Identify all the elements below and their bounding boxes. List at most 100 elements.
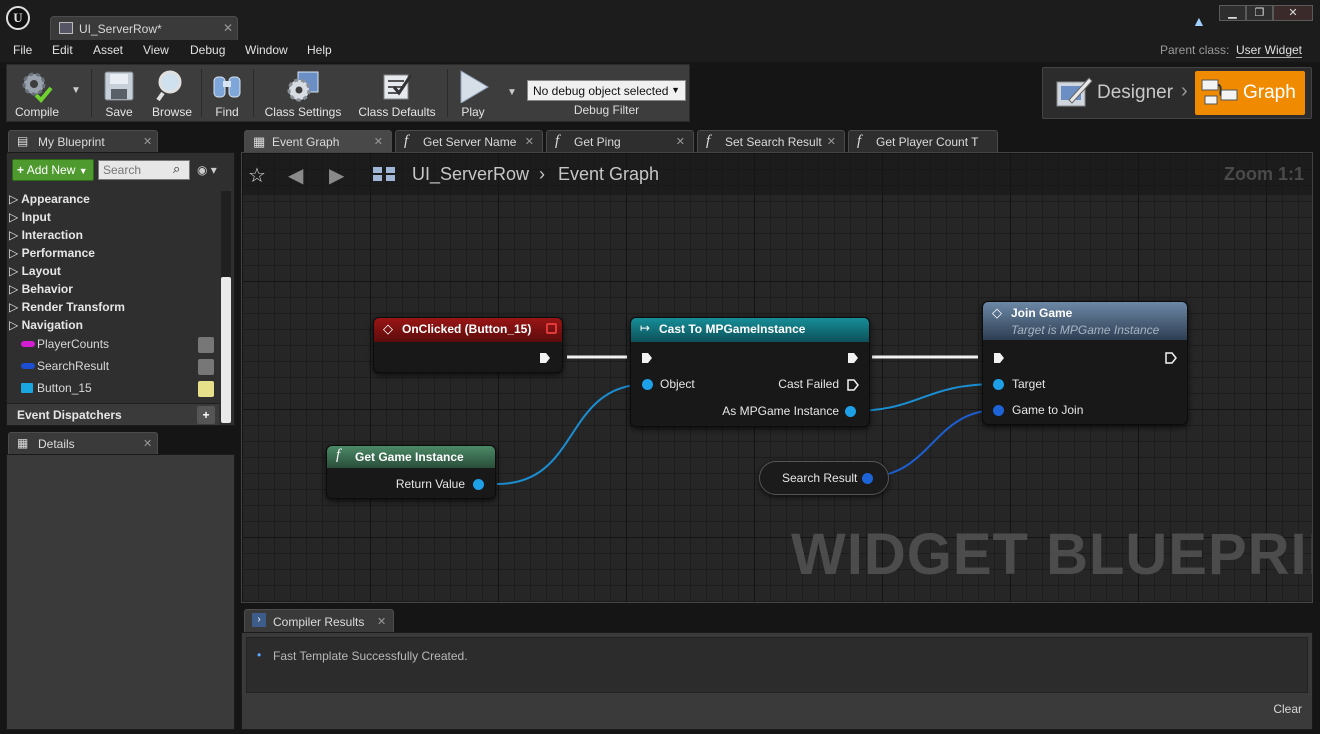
class-defaults-button[interactable]: Class Defaults bbox=[351, 65, 443, 121]
tab-set-search-result[interactable]: f Set Search Result ✕ bbox=[697, 130, 845, 152]
my-blueprint-tab[interactable]: ▤ My Blueprint ✕ bbox=[8, 130, 158, 152]
onclicked-event-node[interactable]: ◇ OnClicked (Button_15) bbox=[373, 317, 563, 373]
add-new-button[interactable]: + Add New ▼ bbox=[12, 159, 94, 181]
category-input[interactable]: ▷ Input bbox=[9, 210, 51, 224]
category-appearance[interactable]: ▷ Appearance bbox=[9, 192, 90, 206]
exec-in-pin[interactable] bbox=[993, 352, 1005, 364]
search-result-variable-node[interactable]: Search Result bbox=[759, 461, 889, 495]
debug-object-value: No debug object selected bbox=[533, 84, 669, 98]
debug-filter-label: Debug Filter bbox=[573, 103, 640, 117]
minimize-button[interactable]: ▁ bbox=[1219, 5, 1246, 21]
close-tab-icon[interactable]: ✕ bbox=[223, 21, 233, 35]
menu-asset[interactable]: Asset bbox=[93, 43, 123, 57]
class-settings-button[interactable]: Class Settings bbox=[257, 65, 349, 121]
exec-in-pin[interactable] bbox=[641, 352, 653, 364]
chevron-down-icon: ▼ bbox=[671, 85, 680, 95]
category-render-transform[interactable]: ▷ Render Transform bbox=[9, 300, 125, 314]
eye-visibility-icon[interactable]: ◉ ▾ bbox=[197, 163, 217, 177]
exec-out-pin[interactable] bbox=[539, 352, 551, 364]
return-value-output-pin[interactable] bbox=[473, 479, 484, 490]
document-tab[interactable]: UI_ServerRow* ✕ bbox=[50, 16, 238, 40]
menu-bar: File Edit Asset View Debug Window Help P… bbox=[0, 40, 1320, 62]
exec-out-pin[interactable] bbox=[1165, 352, 1177, 364]
category-label: Navigation bbox=[21, 318, 83, 332]
event-dispatchers-header[interactable]: Event Dispatchers + bbox=[7, 403, 219, 425]
variable-name: PlayerCounts bbox=[37, 337, 110, 351]
variable-row[interactable]: SearchResult bbox=[21, 357, 217, 377]
delegate-pin-icon[interactable] bbox=[546, 323, 557, 334]
variable-row[interactable]: Button_15 bbox=[21, 379, 217, 399]
tab-get-ping[interactable]: f Get Ping ✕ bbox=[546, 130, 694, 152]
compile-options-chevron-icon[interactable]: ▼ bbox=[71, 85, 81, 96]
object-input-pin[interactable] bbox=[642, 379, 653, 390]
cast-to-mpgameinstance-node[interactable]: ↦ Cast To MPGameInstance Object Cast Fai… bbox=[630, 317, 870, 427]
close-tab-icon[interactable]: ✕ bbox=[143, 437, 152, 450]
menu-file[interactable]: File bbox=[13, 43, 32, 57]
play-options-chevron-icon[interactable]: ▼ bbox=[507, 87, 517, 98]
close-tab-icon[interactable]: ✕ bbox=[676, 135, 685, 148]
object-wire[interactable] bbox=[850, 383, 999, 412]
browse-button[interactable]: Browse bbox=[147, 65, 197, 121]
eye-closed-icon[interactable] bbox=[198, 359, 214, 375]
search-result-output-pin[interactable] bbox=[862, 473, 873, 484]
graph-tab-label: Set Search Result bbox=[725, 135, 822, 149]
play-label: Play bbox=[461, 105, 485, 119]
variable-row[interactable]: PlayerCounts bbox=[21, 335, 217, 355]
close-tab-icon[interactable]: ✕ bbox=[143, 135, 152, 148]
game-to-join-input-pin[interactable] bbox=[993, 405, 1004, 416]
graph-mode-button[interactable]: Graph bbox=[1195, 71, 1305, 115]
close-window-button[interactable]: ✕ bbox=[1273, 5, 1313, 21]
toolbar-divider bbox=[201, 69, 202, 117]
node-title: Get Game Instance bbox=[355, 450, 464, 464]
event-graph-canvas[interactable]: ☆ ◀ ▶ UI_ServerRow › Event Graph Zoom 1:… bbox=[241, 152, 1313, 603]
menu-debug[interactable]: Debug bbox=[190, 43, 225, 57]
eye-closed-icon[interactable] bbox=[198, 337, 214, 353]
get-game-instance-node[interactable]: f Get Game Instance Return Value bbox=[326, 445, 496, 499]
menu-edit[interactable]: Edit bbox=[52, 43, 73, 57]
target-input-pin[interactable] bbox=[993, 379, 1004, 390]
category-layout[interactable]: ▷ Layout bbox=[9, 264, 61, 278]
tab-event-graph[interactable]: ▦ Event Graph ✕ bbox=[244, 130, 392, 152]
compile-button[interactable]: Compile bbox=[7, 65, 67, 121]
eye-open-icon[interactable] bbox=[198, 381, 214, 397]
find-button[interactable]: Find bbox=[205, 65, 249, 121]
category-interaction[interactable]: ▷ Interaction bbox=[9, 228, 83, 242]
close-tab-icon[interactable]: ✕ bbox=[525, 135, 534, 148]
add-dispatcher-plus-icon[interactable]: + bbox=[197, 406, 215, 424]
close-tab-icon[interactable]: ✕ bbox=[374, 135, 383, 148]
close-tab-icon[interactable]: ✕ bbox=[827, 135, 836, 148]
menu-help[interactable]: Help bbox=[307, 43, 332, 57]
exec-out-pin[interactable] bbox=[847, 352, 859, 364]
struct-wire[interactable] bbox=[865, 409, 999, 478]
function-icon: f bbox=[336, 447, 341, 463]
menu-view[interactable]: View bbox=[143, 43, 169, 57]
as-instance-output-pin[interactable] bbox=[845, 406, 856, 417]
scrollbar-thumb[interactable] bbox=[221, 277, 231, 423]
compiler-results-tab[interactable]: › Compiler Results ✕ bbox=[244, 609, 394, 632]
maximize-button[interactable]: ❐ bbox=[1246, 5, 1273, 21]
category-behavior[interactable]: ▷ Behavior bbox=[9, 282, 73, 296]
compiler-results-panel: • Fast Template Successfully Created. Cl… bbox=[241, 632, 1313, 730]
tab-get-server-name[interactable]: f Get Server Name ✕ bbox=[395, 130, 543, 152]
close-tab-icon[interactable]: ✕ bbox=[377, 615, 386, 628]
save-button[interactable]: Save bbox=[95, 65, 143, 121]
play-button[interactable]: Play bbox=[451, 65, 495, 121]
search-icon[interactable]: ⌕ bbox=[173, 161, 180, 177]
details-tab[interactable]: ▦ Details ✕ bbox=[8, 432, 158, 454]
join-game-node[interactable]: ◇ Join Game Target is MPGame Instance Ta… bbox=[982, 301, 1188, 425]
tab-get-player-count[interactable]: f Get Player Count T bbox=[848, 130, 998, 152]
category-navigation[interactable]: ▷ Navigation bbox=[9, 318, 83, 332]
category-label: Input bbox=[21, 210, 51, 224]
designer-mode-button[interactable]: Designer bbox=[1043, 68, 1191, 118]
object-wire[interactable] bbox=[496, 383, 649, 485]
clear-button[interactable]: Clear bbox=[1273, 702, 1302, 716]
category-label: Render Transform bbox=[21, 300, 125, 314]
parent-class-link[interactable]: User Widget bbox=[1236, 43, 1303, 58]
binoculars-icon bbox=[213, 76, 241, 98]
category-performance[interactable]: ▷ Performance bbox=[9, 246, 95, 260]
debug-object-dropdown[interactable]: No debug object selected ▼ bbox=[527, 80, 686, 101]
graduation-cap-icon[interactable]: ▲ bbox=[1192, 13, 1210, 29]
menu-window[interactable]: Window bbox=[245, 43, 288, 57]
details-panel bbox=[6, 454, 235, 730]
cast-failed-exec-pin[interactable] bbox=[847, 379, 859, 391]
